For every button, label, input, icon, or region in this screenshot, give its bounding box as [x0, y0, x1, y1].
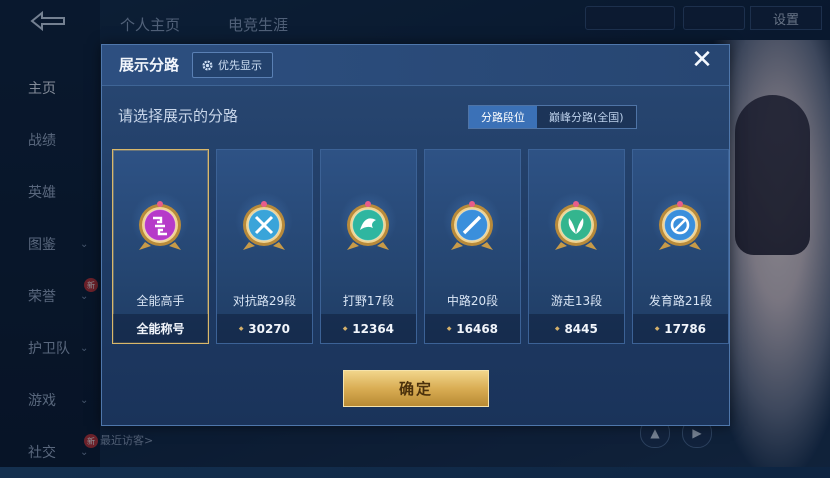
gear-icon	[202, 59, 213, 71]
lane-rank-label: 对抗路29段	[232, 294, 297, 308]
lane-card-value: 16468	[456, 321, 499, 336]
lane-card-footer: 全能称号	[113, 314, 208, 343]
lane-card-footer: ⬩ 12364	[321, 314, 416, 343]
priority-display-label: 优先显示	[218, 59, 262, 72]
lane-rank-label: 发育路21段	[648, 294, 713, 308]
lane-card[interactable]: 游走13段 ⬩ 8445	[528, 149, 625, 344]
dialog-title: 展示分路	[119, 56, 180, 74]
lane-card-footer: ⬩ 17786	[633, 314, 728, 343]
lane-card-footer: ⬩ 30270	[217, 314, 312, 343]
lane-card-value: 30270	[248, 321, 291, 336]
segment-lane-rank[interactable]: 分路段位	[469, 106, 537, 128]
lane-card-value: 12364	[352, 321, 395, 336]
lane-mode-toggle: 分路段位 巅峰分路(全国)	[468, 105, 637, 129]
lane-card[interactable]: 对抗路29段 ⬩ 30270	[216, 149, 313, 344]
lane-card-list: 全能高手 全能称号 对抗路29段 ⬩ 30270 打野17段 ⬩ 12364 中路20段 ⬩ 164…	[112, 149, 729, 344]
lane-display-dialog: 展示分路 优先显示 请选择展示的分路 分路段位 巅峰分路(全国) 全能高手全能称…	[101, 44, 730, 426]
lane-rank-label: 中路20段	[446, 294, 499, 308]
points-icon: ⬩	[342, 321, 348, 335]
lane-rank-label: 游走13段	[550, 294, 603, 308]
priority-display-button[interactable]: 优先显示	[192, 52, 273, 78]
lane-card[interactable]: 中路20段 ⬩ 16468	[424, 149, 521, 344]
points-icon: ⬩	[555, 321, 560, 335]
lane-card-footer: ⬩ 8445	[529, 314, 624, 343]
lane-card[interactable]: 全能高手 全能称号	[112, 149, 209, 344]
lane-rank-label: 打野17段	[342, 294, 395, 308]
lane-card[interactable]: 打野17段 ⬩ 12364	[320, 149, 417, 344]
lane-card[interactable]: 发育路21段 ⬩ 17786	[632, 149, 729, 344]
points-icon: ⬩	[446, 321, 452, 335]
lane-card-value: 8445	[564, 321, 598, 336]
confirm-button[interactable]: 确定	[343, 370, 489, 407]
lane-card-value: 全能称号	[136, 322, 185, 336]
lane-rank-label: 全能高手	[136, 294, 185, 308]
segment-peak-lane[interactable]: 巅峰分路(全国)	[537, 106, 636, 128]
lane-card-footer: ⬩ 16468	[425, 314, 520, 343]
dialog-header: 展示分路 优先显示	[102, 45, 729, 86]
close-icon[interactable]: ✕	[690, 47, 714, 73]
lane-card-value: 17786	[664, 321, 707, 336]
points-icon: ⬩	[654, 321, 660, 335]
dialog-subtitle: 请选择展示的分路	[118, 107, 239, 125]
points-icon: ⬩	[238, 321, 244, 335]
